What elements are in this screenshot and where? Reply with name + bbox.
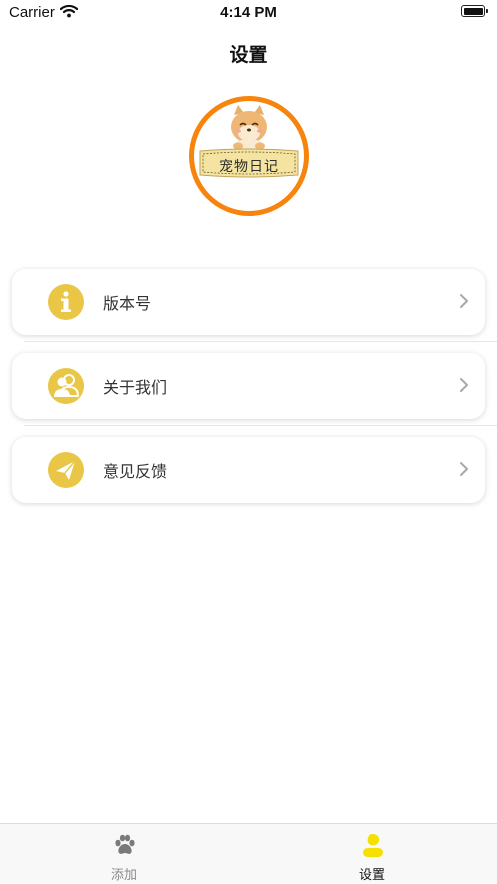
menu-item-label: 关于我们 bbox=[103, 378, 168, 397]
menu-item-label: 版本号 bbox=[103, 294, 152, 313]
status-bar: Carrier 4:14 PM bbox=[0, 0, 497, 26]
send-icon bbox=[48, 452, 84, 488]
page-title: 设置 bbox=[229, 44, 268, 66]
tab-add[interactable]: 添加 bbox=[0, 824, 248, 884]
divider bbox=[24, 341, 497, 342]
battery-tip bbox=[486, 9, 488, 13]
chevron-right-icon bbox=[460, 378, 468, 392]
logo-text: 宠物日记 bbox=[219, 159, 279, 175]
info-icon bbox=[48, 284, 84, 320]
tab-label: 设置 bbox=[358, 868, 385, 883]
chevron-right-icon bbox=[460, 462, 468, 476]
menu-item-version[interactable]: 版本号 bbox=[12, 269, 485, 335]
clock: 4:14 PM bbox=[220, 4, 277, 21]
divider bbox=[24, 425, 497, 426]
chevron-right-icon bbox=[460, 294, 468, 308]
paw-icon bbox=[115, 834, 135, 854]
menu-item-label: 意见反馈 bbox=[103, 462, 168, 481]
tab-settings[interactable]: 设置 bbox=[248, 824, 496, 884]
menu-item-feedback[interactable]: 意见反馈 bbox=[12, 437, 485, 503]
app-logo: 宠物日记 bbox=[189, 96, 309, 216]
users-icon bbox=[48, 368, 84, 404]
menu-item-about-us[interactable]: 关于我们 bbox=[12, 353, 485, 419]
battery-icon bbox=[461, 5, 485, 17]
person-icon bbox=[363, 834, 383, 857]
tab-bar: 添加 设置 bbox=[0, 823, 497, 883]
tab-label: 添加 bbox=[110, 868, 137, 883]
